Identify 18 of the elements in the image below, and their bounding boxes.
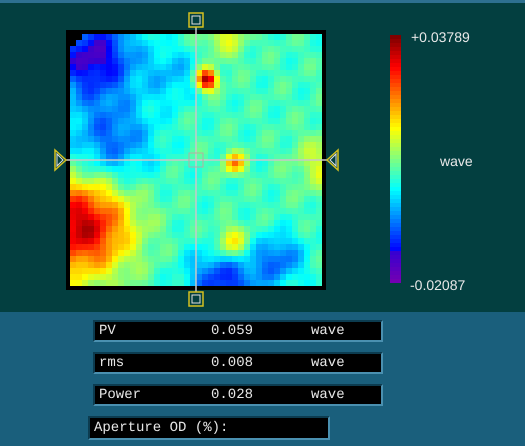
readout-unit: wave bbox=[311, 322, 345, 340]
readout-unit: wave bbox=[311, 386, 345, 404]
scale-max-label: +0.03789 bbox=[411, 29, 470, 45]
scale-unit-label: wave bbox=[440, 153, 473, 169]
readout-label: rms bbox=[99, 354, 126, 372]
drag-handle[interactable] bbox=[188, 12, 204, 28]
readout-value: 0.008 bbox=[211, 354, 254, 372]
drag-handle[interactable] bbox=[188, 291, 204, 307]
readout-unit: wave bbox=[311, 354, 345, 372]
readout-label: Power bbox=[99, 386, 142, 404]
aperture-field: Aperture OD (%): bbox=[88, 416, 330, 440]
readout-label: PV bbox=[99, 322, 117, 340]
readout-value: 0.059 bbox=[211, 322, 254, 340]
drag-handle[interactable] bbox=[326, 148, 339, 172]
drag-handle[interactable] bbox=[54, 148, 68, 172]
center-handle[interactable] bbox=[188, 152, 204, 168]
scale-min-label: -0.02087 bbox=[410, 277, 466, 293]
readout-value: 0.028 bbox=[211, 386, 254, 404]
